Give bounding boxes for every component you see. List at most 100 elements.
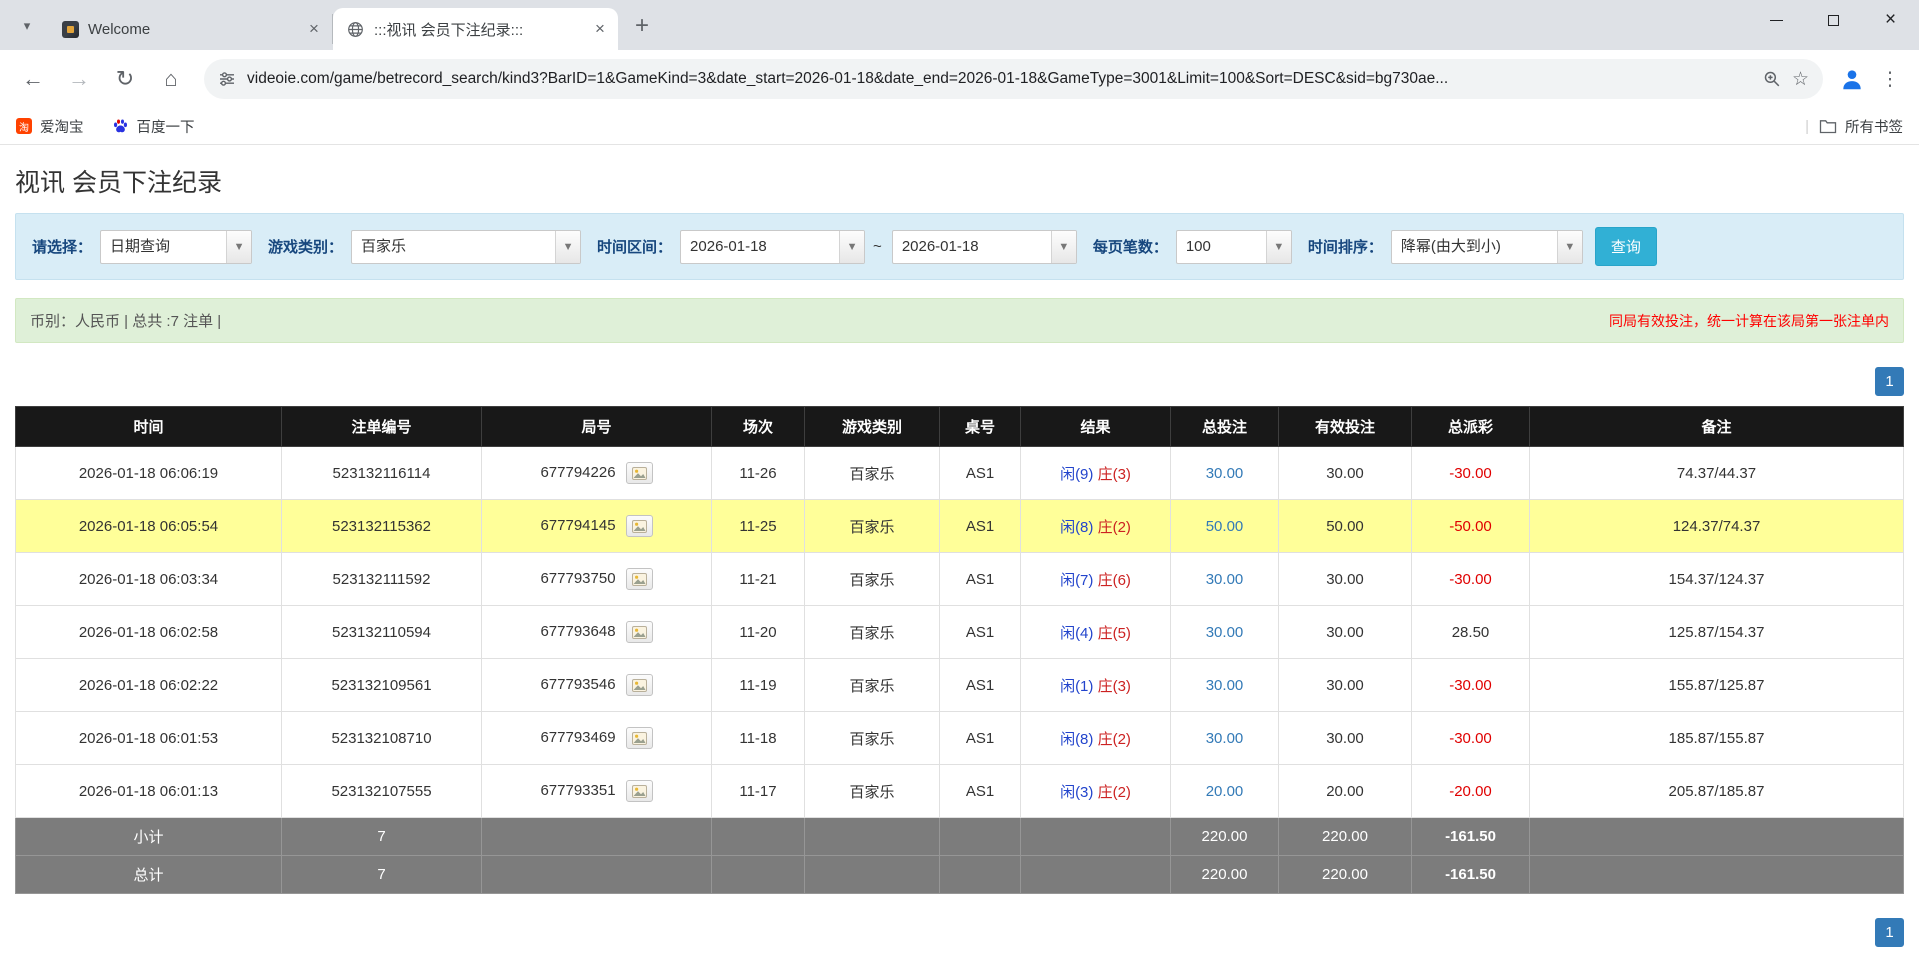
forward-button[interactable]: →	[58, 58, 100, 100]
cell-game: 百家乐	[805, 447, 940, 500]
all-bookmarks-button[interactable]: 所有书签	[1819, 116, 1903, 137]
total-bet-link[interactable]: 30.00	[1206, 465, 1244, 482]
globe-icon	[347, 20, 365, 38]
pagination-top: 1	[15, 367, 1904, 396]
column-header: 结果	[1021, 407, 1171, 447]
result-player: 闲(8)	[1060, 731, 1093, 748]
cell-bet-id: 523132110594	[282, 606, 482, 659]
browser-menu-icon[interactable]: ⋮	[1873, 62, 1907, 96]
round-replay-button[interactable]	[626, 462, 653, 484]
round-replay-button[interactable]	[626, 780, 653, 802]
bookmark-star-icon[interactable]: ☆	[1792, 68, 1809, 91]
total-bet-link[interactable]: 30.00	[1206, 730, 1244, 747]
cell-result: 闲(1) 庄(3)	[1021, 659, 1171, 712]
summary-total-bet: 220.00	[1171, 818, 1279, 856]
query-type-value: 日期查询	[101, 231, 226, 263]
time-sort-value: 降幂(由大到小)	[1392, 231, 1557, 263]
total-bet-link[interactable]: 30.00	[1206, 624, 1244, 641]
maximize-button[interactable]	[1805, 0, 1862, 40]
tab-close-icon[interactable]: ×	[304, 19, 324, 39]
cell-table: AS1	[940, 712, 1021, 765]
cell-valid-bet: 50.00	[1279, 500, 1412, 553]
cell-round: 677794226	[482, 447, 712, 500]
round-replay-button[interactable]	[626, 727, 653, 749]
browser-tab-strip: ▾ Welcome × :::视讯 会员下注纪录::: × + ×	[0, 0, 1919, 50]
tab-close-icon[interactable]: ×	[590, 19, 610, 39]
cell-table: AS1	[940, 659, 1021, 712]
profile-avatar[interactable]	[1835, 62, 1869, 96]
result-player: 闲(9)	[1060, 466, 1093, 483]
cell-time: 2026-01-18 06:01:53	[16, 712, 282, 765]
cell-result: 闲(7) 庄(6)	[1021, 553, 1171, 606]
bet-record-row: 2026-01-18 06:01:53523132108710677793469…	[16, 712, 1904, 765]
total-bet-link[interactable]: 30.00	[1206, 677, 1244, 694]
page-size-select[interactable]: 100 ▼	[1176, 230, 1292, 264]
search-button[interactable]: 查询	[1595, 227, 1657, 266]
bookmark-baidu[interactable]: 百度一下	[112, 116, 195, 137]
home-button[interactable]: ⌂	[150, 58, 192, 100]
cell-session: 11-26	[712, 447, 805, 500]
browser-tab-betrecord[interactable]: :::视讯 会员下注纪录::: ×	[333, 8, 618, 50]
browser-tab-welcome[interactable]: Welcome ×	[48, 14, 333, 44]
filter-label-game: 游戏类别：	[268, 236, 343, 257]
summary-valid-bet: 220.00	[1279, 818, 1412, 856]
round-number: 677793351	[540, 782, 615, 799]
minimize-button[interactable]	[1748, 0, 1805, 40]
cell-round: 677793648	[482, 606, 712, 659]
zoom-icon[interactable]	[1763, 70, 1781, 88]
cell-valid-bet: 30.00	[1279, 606, 1412, 659]
summary-label: 小计	[16, 818, 282, 856]
column-header: 备注	[1530, 407, 1904, 447]
cell-payout: -30.00	[1412, 447, 1530, 500]
cell-session: 11-17	[712, 765, 805, 818]
bet-record-row: 2026-01-18 06:06:19523132116114677794226…	[16, 447, 1904, 500]
game-type-value: 百家乐	[352, 231, 555, 263]
round-replay-button[interactable]	[626, 515, 653, 537]
tab-search-button[interactable]: ▾	[8, 6, 46, 46]
welcome-tab-favicon	[62, 21, 79, 38]
time-sort-select[interactable]: 降幂(由大到小) ▼	[1391, 230, 1583, 264]
cell-valid-bet: 30.00	[1279, 447, 1412, 500]
cell-note: 205.87/185.87	[1530, 765, 1904, 818]
bet-record-row: 2026-01-18 06:02:58523132110594677793648…	[16, 606, 1904, 659]
cell-total-bet: 50.00	[1171, 500, 1279, 553]
cell-session: 11-20	[712, 606, 805, 659]
date-end-select[interactable]: 2026-01-18 ▼	[892, 230, 1077, 264]
round-replay-button[interactable]	[626, 674, 653, 696]
page-1-button[interactable]: 1	[1875, 918, 1904, 947]
back-button[interactable]: ←	[12, 58, 54, 100]
page-content: 视讯 会员下注纪录 请选择： 日期查询 ▼ 游戏类别： 百家乐 ▼ 时间区间： …	[0, 163, 1919, 947]
cell-note: 124.37/74.37	[1530, 500, 1904, 553]
bet-record-row: 2026-01-18 06:01:13523132107555677793351…	[16, 765, 1904, 818]
page-1-button[interactable]: 1	[1875, 367, 1904, 396]
cell-total-bet: 30.00	[1171, 606, 1279, 659]
result-banker: 庄(2)	[1098, 731, 1131, 748]
round-replay-button[interactable]	[626, 621, 653, 643]
cell-game: 百家乐	[805, 606, 940, 659]
bookmark-aitaobao[interactable]: 淘 爱淘宝	[16, 116, 84, 137]
total-bet-link[interactable]: 30.00	[1206, 571, 1244, 588]
reload-button[interactable]: ↻	[104, 58, 146, 100]
summary-row: 小计7220.00220.00-161.50	[16, 818, 1904, 856]
total-bet-link[interactable]: 20.00	[1206, 783, 1244, 800]
cell-table: AS1	[940, 447, 1021, 500]
cell-bet-id: 523132115362	[282, 500, 482, 553]
date-start-select[interactable]: 2026-01-18 ▼	[680, 230, 865, 264]
round-number: 677793750	[540, 570, 615, 587]
site-settings-icon[interactable]	[218, 70, 236, 88]
game-type-select[interactable]: 百家乐 ▼	[351, 230, 581, 264]
result-player: 闲(3)	[1060, 784, 1093, 801]
cell-bet-id: 523132111592	[282, 553, 482, 606]
result-banker: 庄(2)	[1098, 784, 1131, 801]
query-type-select[interactable]: 日期查询 ▼	[100, 230, 252, 264]
close-window-button[interactable]: ×	[1862, 0, 1919, 40]
bet-record-row: 2026-01-18 06:05:54523132115362677794145…	[16, 500, 1904, 553]
address-bar[interactable]: videoie.com/game/betrecord_search/kind3?…	[204, 59, 1823, 99]
new-tab-button[interactable]: +	[626, 10, 658, 42]
cell-note: 155.87/125.87	[1530, 659, 1904, 712]
total-bet-link[interactable]: 50.00	[1206, 518, 1244, 535]
filter-bar: 请选择： 日期查询 ▼ 游戏类别： 百家乐 ▼ 时间区间： 2026-01-18…	[15, 213, 1904, 280]
cell-result: 闲(8) 庄(2)	[1021, 500, 1171, 553]
round-replay-button[interactable]	[626, 568, 653, 590]
cell-game: 百家乐	[805, 659, 940, 712]
